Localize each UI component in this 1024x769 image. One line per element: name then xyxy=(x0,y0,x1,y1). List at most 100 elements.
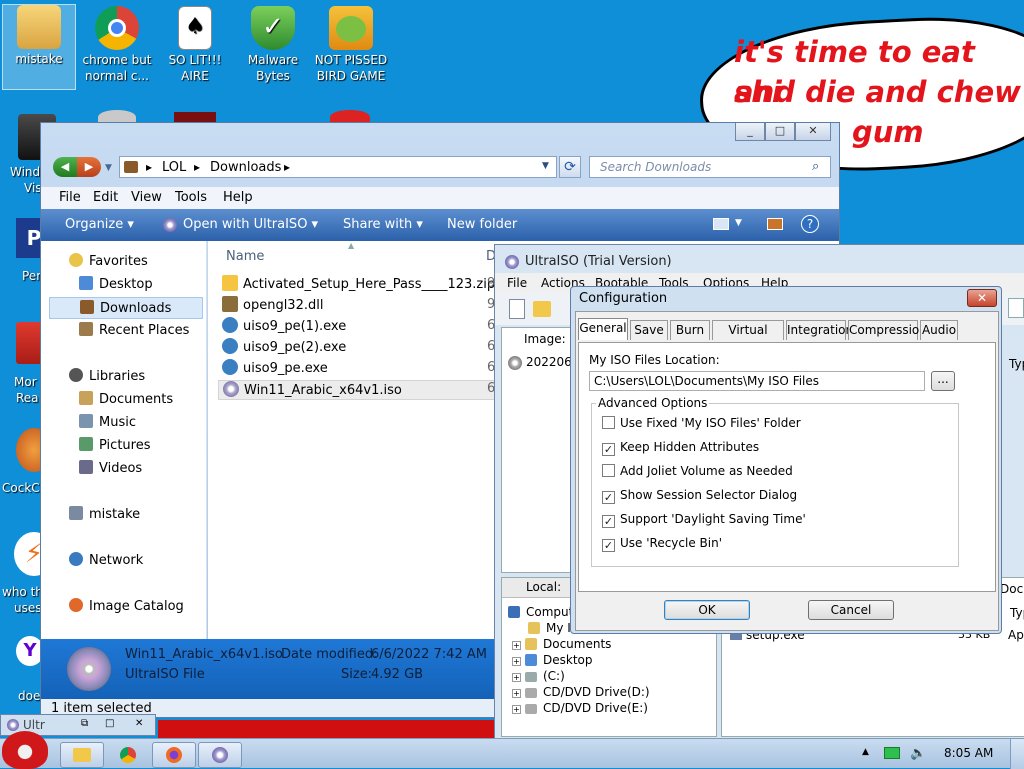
nav-desktop[interactable]: Desktop xyxy=(79,274,153,296)
option-add-joliet[interactable]: Add Joliet Volume as Needed xyxy=(602,462,793,480)
option-recycle-bin[interactable]: ✓ Use 'Recycle Bin' xyxy=(602,534,722,552)
desktop-icon-malwarebytes[interactable]: ✓ Malware Bytes xyxy=(236,6,310,84)
tree-drive-d[interactable]: + CD/DVD Drive(D:) xyxy=(512,684,650,700)
checkbox[interactable] xyxy=(602,464,615,477)
new-document-icon[interactable] xyxy=(509,299,525,319)
view-options-icon[interactable] xyxy=(713,218,729,230)
share-with-button[interactable]: Share with ▾ xyxy=(343,217,423,232)
nav-pictures[interactable]: Pictures xyxy=(79,435,150,457)
desktop-icon-pig-game[interactable]: NOT PISSED BIRD GAME xyxy=(314,6,388,84)
option-keep-hidden-attributes[interactable]: ✓ Keep Hidden Attributes xyxy=(602,438,759,456)
help-icon[interactable]: ? xyxy=(801,215,819,233)
volume-icon[interactable]: 🔈 xyxy=(910,746,926,761)
nav-network[interactable]: Network xyxy=(69,550,143,572)
clock[interactable]: 8:05 AM xyxy=(944,746,993,760)
iso-location-input[interactable]: C:\Users\LOL\Documents\My ISO Files xyxy=(589,371,925,391)
refresh-button[interactable]: ⟳ xyxy=(559,156,581,178)
tab-compression[interactable]: Compression xyxy=(848,320,927,340)
nav-videos[interactable]: Videos xyxy=(79,458,142,480)
taskbar-ultraiso-button[interactable] xyxy=(198,742,242,768)
expand-icon[interactable]: + xyxy=(512,657,521,666)
show-hidden-icons-icon[interactable]: ▲ xyxy=(862,747,869,757)
search-box[interactable]: Search Downloads ⌕ xyxy=(589,156,831,178)
nav-downloads[interactable]: Downloads xyxy=(49,297,203,319)
checkbox-checked[interactable]: ✓ xyxy=(602,539,615,552)
file-row[interactable]: Activated_Setup_Here_Pass____123.zip xyxy=(222,275,495,295)
address-dropdown-icon[interactable]: ▼ xyxy=(542,161,549,171)
option-use-fixed-folder[interactable]: Use Fixed 'My ISO Files' Folder xyxy=(602,414,801,432)
breadcrumb-lol[interactable]: LOL xyxy=(162,160,186,175)
recent-pages-icon[interactable]: ▼ xyxy=(105,163,112,173)
close-icon[interactable]: ✕ xyxy=(135,718,143,729)
maximize-icon[interactable]: □ xyxy=(105,718,114,729)
taskbar-firefox-button[interactable] xyxy=(152,742,196,768)
tab-burn[interactable]: Burn xyxy=(670,320,710,340)
network-tray-icon[interactable] xyxy=(884,747,900,759)
tree-drive-e[interactable]: + CD/DVD Drive(E:) xyxy=(512,700,648,716)
forward-button[interactable]: ▶ xyxy=(77,157,101,177)
back-button[interactable]: ◀ xyxy=(53,157,77,177)
desktop-icon-mistake[interactable]: mistake xyxy=(2,4,76,90)
taskbar-explorer-button[interactable] xyxy=(60,742,104,768)
view-dropdown-icon[interactable]: ▼ xyxy=(735,218,742,228)
maximize-button[interactable]: □ xyxy=(765,123,795,141)
menu-edit[interactable]: Edit xyxy=(93,187,118,209)
tab-general[interactable]: General xyxy=(578,318,628,340)
checkbox[interactable] xyxy=(602,416,615,429)
tree-documents[interactable]: + Documents xyxy=(512,636,611,652)
nav-image-catalog[interactable]: Image Catalog xyxy=(69,596,184,618)
tab-save[interactable]: Save xyxy=(630,320,668,340)
desktop-icon-chrome[interactable]: chrome but normal c... xyxy=(80,6,154,84)
close-button[interactable]: ✕ xyxy=(795,123,831,141)
browse-button[interactable]: ... xyxy=(931,371,955,391)
tab-audio[interactable]: Audio xyxy=(920,320,958,340)
breadcrumb-downloads[interactable]: Downloads xyxy=(210,160,281,175)
menu-file[interactable]: File xyxy=(59,187,81,209)
search-icon[interactable]: ⌕ xyxy=(812,159,819,174)
expand-icon[interactable]: + xyxy=(512,689,521,698)
open-folder-icon[interactable] xyxy=(533,301,551,317)
open-with-ultraiso-button[interactable]: Open with UltraISO ▾ xyxy=(183,217,318,232)
organize-button[interactable]: Organize ▾ xyxy=(65,217,134,232)
start-button-angry-bird-icon[interactable] xyxy=(2,731,48,769)
preview-pane-icon[interactable] xyxy=(767,218,783,230)
file-row[interactable]: uiso9_pe(1).exe xyxy=(222,317,346,337)
menu-view[interactable]: View xyxy=(131,187,162,209)
address-bar[interactable]: ▸ LOL ▸ Downloads ▸ ▼ xyxy=(119,156,557,178)
menu-help[interactable]: Help xyxy=(223,187,253,209)
file-row[interactable]: opengl32.dll xyxy=(222,296,323,316)
taskbar-chrome-button[interactable] xyxy=(106,742,150,768)
new-folder-button[interactable]: New folder xyxy=(447,217,517,232)
tree-drive-c[interactable]: + (C:) xyxy=(512,668,565,684)
nav-libraries[interactable]: Libraries xyxy=(69,366,145,388)
checkbox-checked[interactable]: ✓ xyxy=(602,515,615,528)
nav-favorites[interactable]: Favorites xyxy=(69,251,148,273)
restore-icon[interactable]: ⧉ xyxy=(81,718,88,729)
ok-button[interactable]: OK xyxy=(664,600,750,620)
cancel-button[interactable]: Cancel xyxy=(808,600,894,620)
tab-virtual-drive[interactable]: Virtual Drive xyxy=(712,320,784,355)
option-daylight-saving[interactable]: ✓ Support 'Daylight Saving Time' xyxy=(602,510,806,528)
checkbox-checked[interactable]: ✓ xyxy=(602,491,615,504)
expand-icon[interactable]: + xyxy=(512,641,521,650)
nav-documents[interactable]: Documents xyxy=(79,389,173,411)
option-session-selector[interactable]: ✓ Show Session Selector Dialog xyxy=(602,486,797,504)
search-input[interactable]: Search Downloads xyxy=(600,160,711,174)
show-desktop-button[interactable] xyxy=(1010,739,1024,769)
file-row[interactable]: uiso9_pe.exe xyxy=(222,359,328,379)
close-button[interactable]: ✕ xyxy=(967,289,997,307)
minimize-button[interactable]: _ xyxy=(735,123,765,141)
nav-music[interactable]: Music xyxy=(79,412,136,434)
desktop-icon-solitaire[interactable]: ♠ SO LIT!!! AIRE xyxy=(158,6,232,84)
menu-tools[interactable]: Tools xyxy=(175,187,207,209)
tree-desktop[interactable]: + Desktop xyxy=(512,652,593,668)
file-row-selected[interactable]: Win11_Arabic_x64v1.iso xyxy=(218,380,498,400)
expand-icon[interactable]: + xyxy=(512,673,521,682)
column-header-name[interactable]: Name xyxy=(226,249,264,264)
file-row[interactable]: uiso9_pe(2).exe xyxy=(222,338,346,358)
nav-recent-places[interactable]: Recent Places xyxy=(79,320,189,342)
tab-integration[interactable]: Integration xyxy=(786,320,853,340)
checkbox-checked[interactable]: ✓ xyxy=(602,443,615,456)
nav-homegroup[interactable]: mistake xyxy=(69,504,140,526)
expand-icon[interactable]: + xyxy=(512,705,521,714)
